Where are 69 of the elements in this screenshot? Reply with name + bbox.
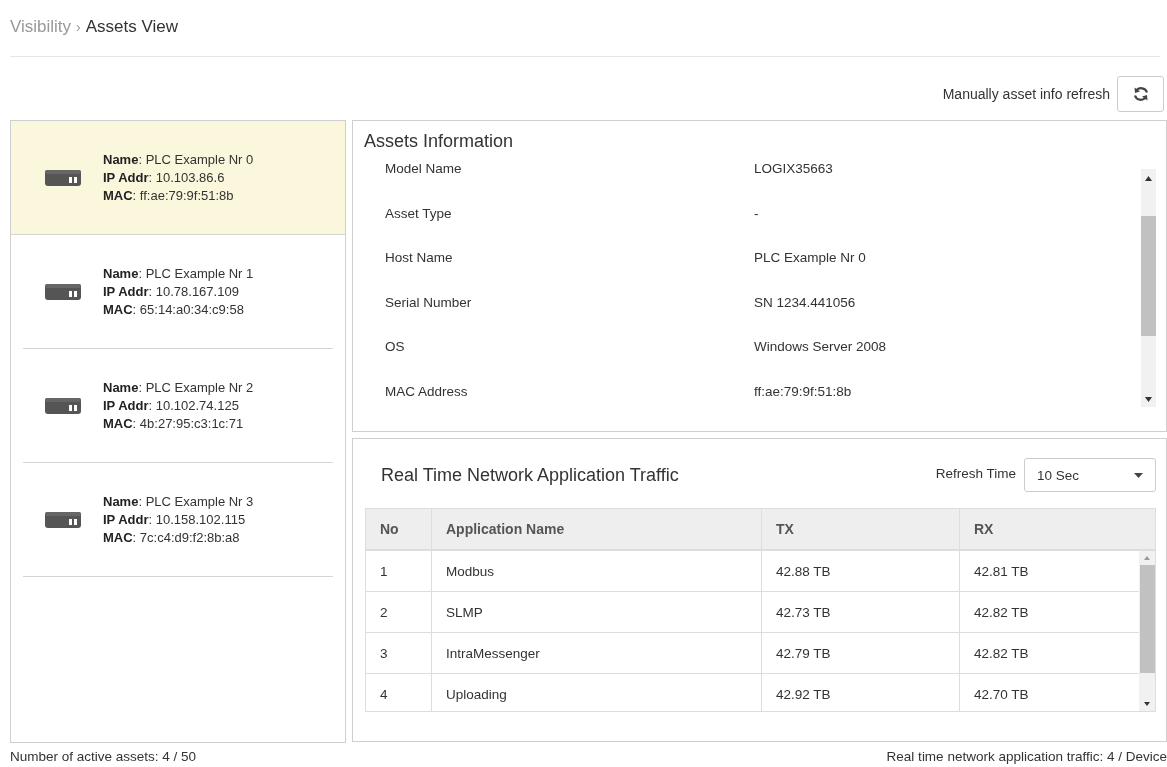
table-cell: 42.79 TB: [762, 633, 960, 673]
panel-title: Real Time Network Application Traffic: [380, 464, 680, 486]
info-label: Asset Type: [384, 205, 453, 221]
table-cell: 42.73 TB: [762, 592, 960, 632]
asset-detail-text: IP Addr: 10.103.86.6: [103, 170, 226, 185]
device-icon: [45, 281, 81, 302]
device-icon: [45, 395, 81, 416]
info-label: MAC Address: [384, 383, 469, 399]
asset-detail-text: IP Addr: 10.78.167.109: [103, 284, 240, 299]
column-header: RX: [973, 520, 995, 539]
info-value: -: [754, 205, 759, 221]
asset-detail-text: Name: PLC Example Nr 2: [103, 380, 254, 395]
refresh-time-dropdown[interactable]: 10 Sec: [1024, 458, 1156, 492]
info-value: PLC Example Nr 0: [754, 250, 866, 265]
table-cell: SLMP: [432, 592, 762, 632]
scrollbar[interactable]: [1141, 169, 1156, 407]
table-cell: 42.92 TB: [762, 674, 960, 711]
info-label: Serial Number: [384, 294, 473, 310]
panel-title: Assets Information: [363, 130, 515, 153]
table-cell: Uploading: [432, 674, 762, 711]
table-cell-text: 42.82 TB: [973, 644, 1030, 663]
asset-detail-text: IP Addr: 10.158.102.115: [103, 512, 247, 527]
info-label: Model Name: [384, 161, 463, 176]
asset-detail-text: MAC: 65:14:a0:34:c9:58: [103, 302, 245, 317]
caret-icon: [1134, 472, 1143, 478]
status-text: Number of active assets: 4 / 50: [10, 749, 197, 764]
column-header: TX: [762, 509, 960, 549]
table-cell: Modbus: [432, 551, 762, 591]
info-label: Host Name: [384, 250, 454, 265]
asset-detail-text: MAC: 4b:27:95:c3:1c:71: [103, 416, 245, 431]
asset-list-item[interactable]: Name: PLC Example Nr 0 IP Addr: 10.103.86.6 MAC: ff:ae:79:9f:51:8b: [11, 121, 345, 235]
scroll-down-icon[interactable]: [1144, 396, 1153, 403]
breadcrumb-separator: ›: [76, 19, 81, 35]
info-value: SN 1234.441056: [754, 294, 856, 310]
info-label: OS: [384, 339, 406, 354]
asset-detail-text: Name: PLC Example Nr 0: [103, 152, 254, 167]
table-cell: 42.88 TB: [762, 551, 960, 591]
table-cell: 2: [366, 592, 432, 632]
refresh-label: Manually asset info refresh: [942, 86, 1110, 102]
table-cell-text: 42.81 TB: [973, 562, 1030, 581]
table-cell-text: 42.82 TB: [973, 603, 1030, 622]
refresh-button[interactable]: [1117, 76, 1164, 112]
info-value: ff:ae:79:9f:51:8b: [754, 383, 852, 399]
breadcrumb-item: Assets View: [85, 17, 179, 37]
column-header: No: [366, 509, 432, 549]
table-cell: 1: [366, 551, 432, 591]
table-cell: 4: [366, 674, 432, 711]
asset-list-item[interactable]: Name: PLC Example Nr 1 IP Addr: 10.78.167.109 MAC: 65:14:a0:34:c9:58: [23, 235, 333, 349]
info-value: Windows Server 2008: [754, 339, 887, 354]
device-icon: [45, 509, 81, 530]
device-icon: [45, 167, 81, 188]
info-value: LOGIX35663: [754, 161, 833, 176]
asset-detail-text: MAC: 7c:c4:d9:f2:8b:a8: [103, 530, 241, 545]
status-text: Real time network application traffic: 4 / Device: [886, 749, 1167, 764]
asset-list-item[interactable]: Name: PLC Example Nr 2 IP Addr: 10.102.74.125 MAC: 4b:27:95:c3:1c:71: [23, 349, 333, 463]
table-cell: 3: [366, 633, 432, 673]
asset-detail-text: Name: PLC Example Nr 3: [103, 494, 254, 509]
table-cell-text: 42.70 TB: [973, 685, 1030, 704]
asset-detail-text: Name: PLC Example Nr 1: [103, 266, 254, 281]
asset-detail-text: MAC: ff:ae:79:9f:51:8b: [103, 188, 235, 203]
column-header: Application Name: [432, 509, 762, 549]
scrollbar[interactable]: [1139, 551, 1155, 711]
table-cell: IntraMessenger: [432, 633, 762, 673]
scroll-up-icon[interactable]: [1144, 175, 1153, 182]
refresh-time-label: Refresh Time: [935, 465, 1016, 481]
asset-detail-text: IP Addr: 10.102.74.125: [103, 398, 240, 413]
scroll-down-icon[interactable]: [1143, 701, 1151, 707]
refresh-icon: [1132, 86, 1149, 102]
asset-list-item[interactable]: Name: PLC Example Nr 3 IP Addr: 10.158.102.115 MAC: 7c:c4:d9:f2:8b:a8: [23, 463, 333, 577]
